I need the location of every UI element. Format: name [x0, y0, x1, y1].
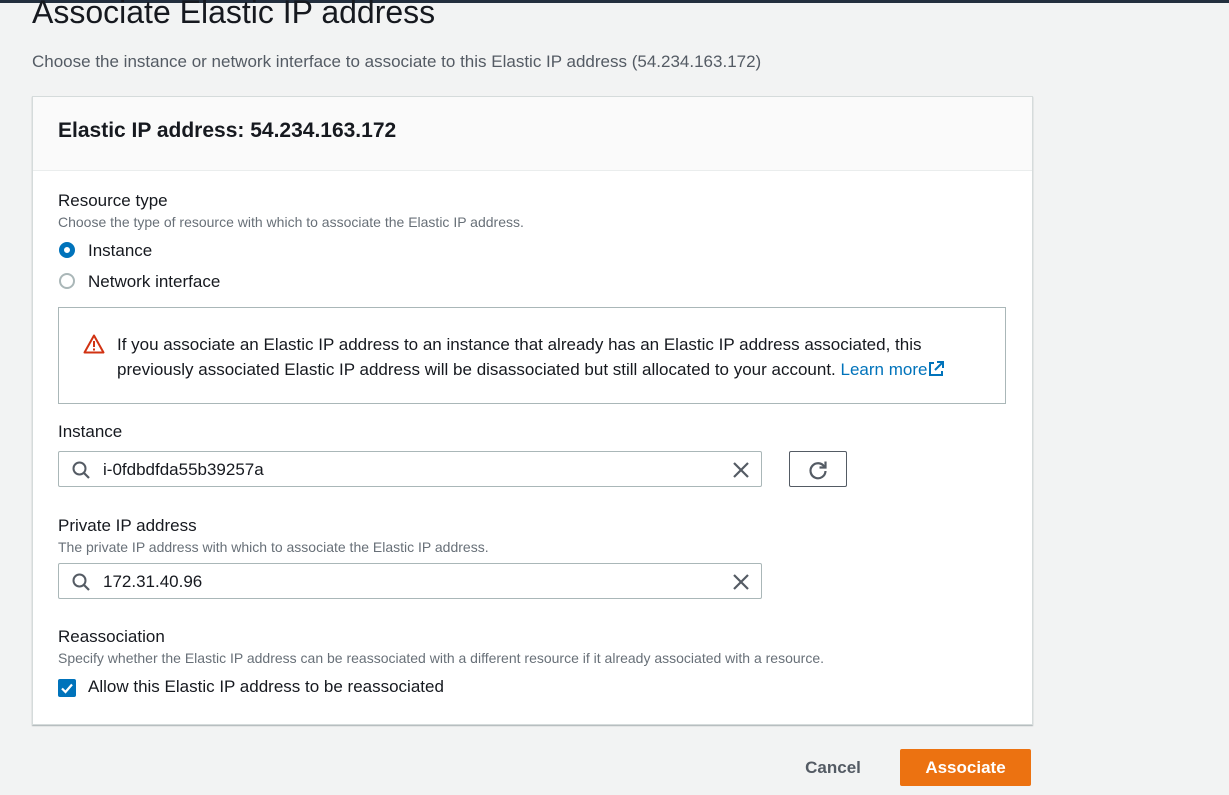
learn-more-link[interactable]: Learn more — [841, 360, 946, 379]
instance-search-input[interactable]: i-0fdbdfda55b39257a — [58, 451, 762, 487]
radio-network-interface-label[interactable]: Network interface — [88, 272, 220, 292]
cancel-button[interactable]: Cancel — [790, 750, 876, 786]
panel-header: Elastic IP address: 54.234.163.172 — [33, 97, 1032, 171]
search-icon — [72, 573, 90, 591]
private-ip-description: The private IP address with which to ass… — [58, 539, 489, 555]
external-link-icon — [929, 361, 945, 376]
clear-icon[interactable] — [731, 572, 751, 592]
associate-button[interactable]: Associate — [900, 749, 1031, 786]
warning-alert: If you associate an Elastic IP address t… — [58, 307, 1006, 404]
private-ip-search-input[interactable]: 172.31.40.96 — [58, 563, 762, 599]
clear-icon[interactable] — [731, 460, 751, 480]
radio-instance[interactable] — [59, 242, 75, 258]
warning-icon — [83, 334, 105, 354]
reassociation-description: Specify whether the Elastic IP address c… — [58, 650, 824, 666]
page-description: Choose the instance or network interface… — [32, 52, 762, 71]
resource-type-label: Resource type — [58, 191, 168, 210]
checkmark-icon — [61, 683, 73, 694]
alert-text: If you associate an Elastic IP address t… — [117, 332, 997, 382]
alert-message: If you associate an Elastic IP address t… — [117, 335, 922, 379]
reassociation-checkbox-label[interactable]: Allow this Elastic IP address to be reas… — [88, 677, 444, 697]
private-ip-label: Private IP address — [58, 516, 197, 535]
panel-title: Elastic IP address: 54.234.163.172 — [58, 119, 397, 142]
page-title: Associate Elastic IP address — [32, 0, 436, 30]
refresh-icon — [809, 461, 827, 480]
refresh-button[interactable] — [789, 451, 847, 487]
reassociation-label: Reassociation — [58, 627, 165, 646]
private-ip-value: 172.31.40.96 — [103, 572, 203, 591]
reassociation-checkbox[interactable] — [58, 679, 76, 697]
learn-more-label[interactable]: Learn more — [841, 360, 928, 379]
radio-network-interface[interactable] — [59, 273, 75, 289]
instance-value: i-0fdbdfda55b39257a — [103, 460, 264, 479]
instance-label: Instance — [58, 422, 123, 441]
associate-panel: Elastic IP address: 54.234.163.172 Resou… — [32, 96, 1033, 725]
radio-instance-label[interactable]: Instance — [88, 241, 152, 261]
search-icon — [72, 461, 90, 479]
resource-type-description: Choose the type of resource with which t… — [58, 214, 524, 230]
